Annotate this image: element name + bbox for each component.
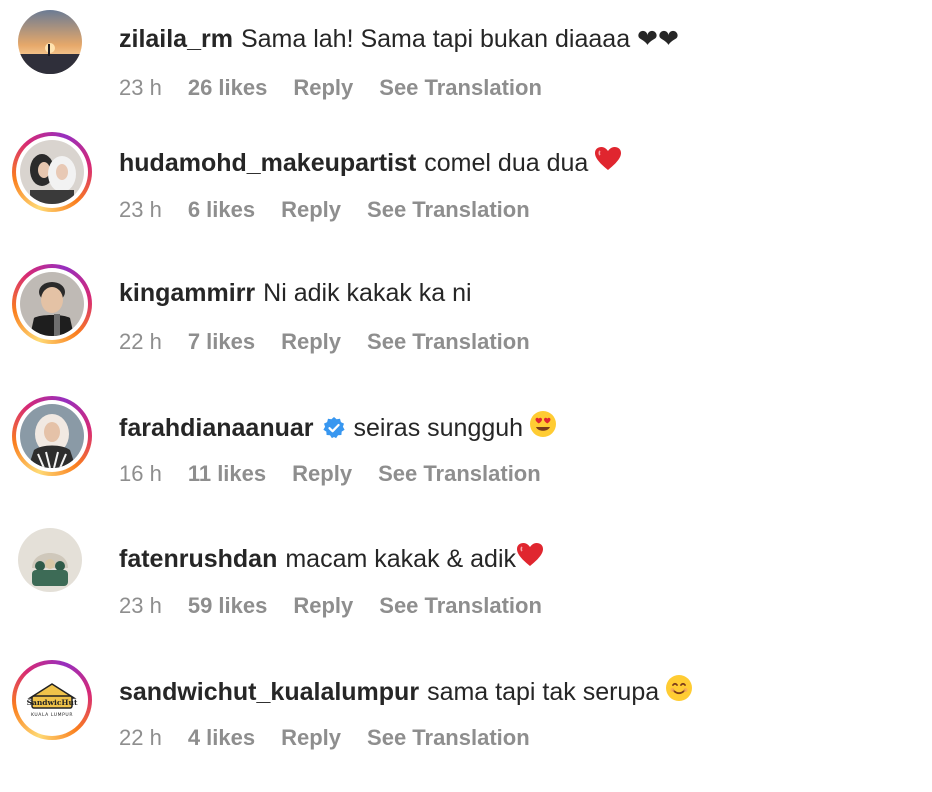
comment-timestamp[interactable]: 16 h bbox=[119, 460, 162, 488]
avatar[interactable] bbox=[18, 10, 82, 74]
username-link[interactable]: hudamohd_makeupartist bbox=[119, 148, 416, 178]
username-link[interactable]: zilaila_rm bbox=[119, 24, 233, 54]
comment-item: zilaila_rm Sama lah! Sama tapi bukan dia… bbox=[0, 10, 932, 142]
comment-body: macam kakak & adik bbox=[285, 544, 516, 573]
comment-meta: 16 h 11 likes Reply See Translation bbox=[119, 460, 567, 488]
comment-text-line: farahdianaanuar seiras sungguh bbox=[119, 410, 557, 445]
comment-timestamp[interactable]: 23 h bbox=[119, 74, 162, 102]
likes-count[interactable]: 4 likes bbox=[188, 724, 255, 752]
reply-button[interactable]: Reply bbox=[293, 74, 353, 102]
avatar-story-ring[interactable] bbox=[12, 396, 92, 476]
username-link[interactable]: kingammirr bbox=[119, 278, 255, 308]
comment-meta: 23 h 6 likes Reply See Translation bbox=[119, 196, 556, 224]
comment-body: sama tapi tak serupa bbox=[427, 677, 660, 706]
smiling-face-icon bbox=[665, 674, 693, 709]
see-translation-button[interactable]: See Translation bbox=[367, 196, 530, 224]
avatar-image bbox=[20, 272, 84, 336]
comment-timestamp[interactable]: 23 h bbox=[119, 592, 162, 620]
comment-item: kingammirr Ni adik kakak ka ni 22 h 7 li… bbox=[0, 264, 932, 396]
comment-text-line: fatenrushdan macam kakak & adik bbox=[119, 542, 544, 575]
comment-timestamp[interactable]: 22 h bbox=[119, 724, 162, 752]
reply-button[interactable]: Reply bbox=[293, 592, 353, 620]
comment-item: fatenrushdan macam kakak & adik 23 h 59 … bbox=[0, 528, 932, 660]
comment-meta: 23 h 26 likes Reply See Translation bbox=[119, 74, 568, 102]
comment-meta: 23 h 59 likes Reply See Translation bbox=[119, 592, 568, 620]
logo-subtext: KUALA LUMPUR bbox=[31, 712, 73, 718]
comment-item: hudamohd_makeupartist comel dua dua 23 h… bbox=[0, 132, 932, 264]
comment-item: farahdianaanuar seiras sungguh 16 h 11 l… bbox=[0, 396, 932, 528]
sandwichut-logo: SandwicHut KUALA LUMPUR bbox=[20, 668, 84, 732]
avatar-image bbox=[18, 10, 82, 74]
likes-count[interactable]: 7 likes bbox=[188, 328, 255, 356]
comment-timestamp[interactable]: 22 h bbox=[119, 328, 162, 356]
avatar-image bbox=[18, 528, 82, 592]
username-link[interactable]: farahdianaanuar bbox=[119, 413, 314, 443]
verified-badge-icon bbox=[322, 416, 346, 440]
comment-item: SandwicHut KUALA LUMPUR sandwichut_kuala… bbox=[0, 660, 932, 792]
reply-button[interactable]: Reply bbox=[281, 724, 341, 752]
see-translation-button[interactable]: See Translation bbox=[367, 724, 530, 752]
comment-timestamp[interactable]: 23 h bbox=[119, 196, 162, 224]
comment-body: seiras sungguh bbox=[353, 413, 524, 442]
likes-count[interactable]: 6 likes bbox=[188, 196, 255, 224]
avatar[interactable] bbox=[18, 528, 82, 592]
comment-body: Ni adik kakak ka ni bbox=[263, 279, 472, 307]
username-link[interactable]: sandwichut_kualalumpur bbox=[119, 677, 419, 707]
likes-count[interactable]: 11 likes bbox=[188, 460, 266, 488]
see-translation-button[interactable]: See Translation bbox=[379, 74, 542, 102]
likes-count[interactable]: 26 likes bbox=[188, 74, 268, 102]
comment-meta: 22 h 7 likes Reply See Translation bbox=[119, 328, 556, 356]
comment-body: comel dua dua bbox=[424, 148, 589, 177]
avatar-story-ring[interactable] bbox=[12, 132, 92, 212]
red-heart-icon bbox=[594, 146, 622, 179]
avatar-story-ring[interactable] bbox=[12, 264, 92, 344]
see-translation-button[interactable]: See Translation bbox=[378, 460, 541, 488]
heart-eyes-icon bbox=[529, 410, 557, 445]
comment-meta: 22 h 4 likes Reply See Translation bbox=[119, 724, 556, 752]
logo-text: SandwicHut bbox=[27, 698, 78, 707]
comment-text-line: zilaila_rm Sama lah! Sama tapi bukan dia… bbox=[119, 24, 679, 54]
comment-text-line: kingammirr Ni adik kakak ka ni bbox=[119, 278, 472, 308]
see-translation-button[interactable]: See Translation bbox=[379, 592, 542, 620]
see-translation-button[interactable]: See Translation bbox=[367, 328, 530, 356]
comment-body: Sama lah! Sama tapi bukan diaaaa ❤❤ bbox=[240, 25, 679, 53]
username-link[interactable]: fatenrushdan bbox=[119, 544, 277, 574]
reply-button[interactable]: Reply bbox=[281, 328, 341, 356]
reply-button[interactable]: Reply bbox=[281, 196, 341, 224]
comment-text-line: sandwichut_kualalumpur sama tapi tak ser… bbox=[119, 674, 693, 709]
comment-text-line: hudamohd_makeupartist comel dua dua bbox=[119, 146, 622, 179]
avatar-image bbox=[20, 404, 84, 468]
avatar-image: SandwicHut KUALA LUMPUR bbox=[20, 668, 84, 732]
reply-button[interactable]: Reply bbox=[292, 460, 352, 488]
avatar-story-ring[interactable]: SandwicHut KUALA LUMPUR bbox=[12, 660, 92, 740]
red-heart-icon bbox=[516, 542, 544, 575]
likes-count[interactable]: 59 likes bbox=[188, 592, 268, 620]
avatar-image bbox=[20, 140, 84, 204]
